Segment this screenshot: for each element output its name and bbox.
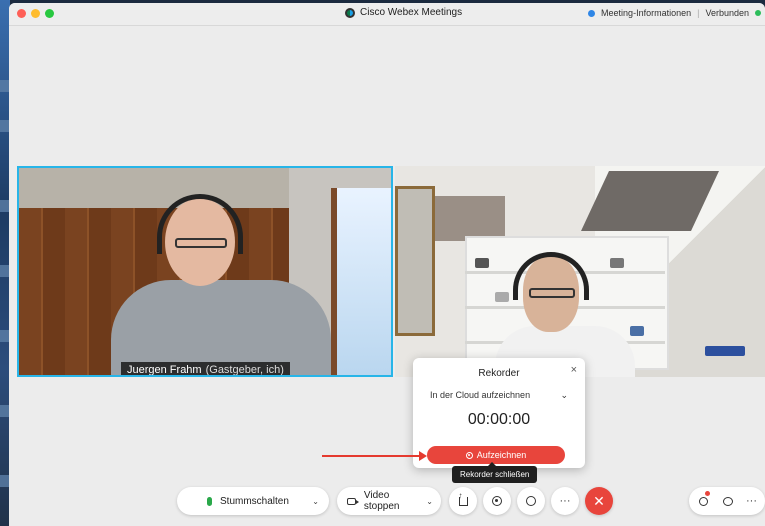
more-options-button[interactable]: ··· — [551, 487, 579, 515]
lego-model — [475, 258, 489, 268]
window-title-text: Cisco Webex Meetings — [360, 7, 463, 18]
title-bar: Cisco Webex Meetings Meeting-Information… — [9, 3, 765, 26]
chat-icon — [722, 496, 733, 506]
chevron-down-icon: ⌄ — [560, 390, 568, 400]
info-icon — [588, 9, 596, 17]
close-recorder-tooltip: Rekorder schließen — [452, 462, 538, 483]
recording-mode-dropdown[interactable]: In der Cloud aufzeichnen ⌄ — [430, 390, 568, 401]
more-icon: ··· — [559, 495, 571, 507]
lego-model — [495, 292, 509, 302]
annotation-arrow-head — [419, 451, 427, 461]
recording-timer: 00:00:00 — [467, 411, 531, 428]
share-icon — [458, 491, 468, 506]
recorder-close-icon[interactable]: × — [571, 364, 577, 376]
close-icon: ✕ — [593, 492, 605, 509]
lego-model — [705, 346, 745, 356]
participant-video-tile[interactable] — [395, 166, 765, 377]
end-meeting-button[interactable]: ✕ — [585, 487, 613, 515]
annotation-arrow-line — [322, 455, 422, 457]
webex-window: Cisco Webex Meetings Meeting-Information… — [9, 3, 765, 526]
zoom-window-button[interactable] — [45, 9, 54, 18]
host-name-label: Juergen Frahm (Gastgeber, ich) — [121, 362, 290, 376]
more-icon: ··· — [746, 495, 757, 507]
title-separator: | — [697, 8, 700, 18]
connection-status-icon — [755, 10, 761, 16]
chat-button[interactable] — [715, 487, 740, 515]
panels-group: ··· — [689, 487, 765, 515]
participants-icon — [699, 496, 708, 506]
title-bar-right: Meeting-Informationen | Verbunden — [588, 8, 761, 18]
record-icon — [465, 451, 473, 459]
recording-mode-value: In der Cloud aufzeichnen — [430, 390, 531, 400]
close-window-button[interactable] — [17, 9, 26, 18]
wall-poster — [435, 196, 505, 241]
video-options-chevron-icon[interactable]: ⌄ — [426, 497, 433, 506]
window-title: Cisco Webex Meetings — [345, 7, 462, 18]
participants-button[interactable] — [691, 487, 716, 515]
recorder-button[interactable] — [483, 487, 511, 515]
room-window — [331, 188, 391, 375]
participant-glasses — [529, 288, 575, 298]
emoji-icon — [526, 496, 536, 506]
meeting-info-link[interactable]: Meeting-Informationen — [601, 8, 691, 18]
webex-logo-icon — [345, 7, 355, 18]
host-name: Juergen Frahm — [127, 364, 202, 376]
reactions-button[interactable] — [517, 487, 545, 515]
microphone-icon — [207, 496, 212, 506]
recorder-title: Rekorder — [478, 368, 520, 379]
lego-model — [630, 326, 644, 336]
record-button[interactable]: Aufzeichnen — [427, 446, 565, 464]
room-door — [395, 186, 435, 336]
share-button[interactable] — [449, 487, 477, 515]
record-button-label: Aufzeichnen — [476, 450, 527, 460]
notification-badge — [705, 491, 710, 496]
stop-video-button[interactable]: Video stoppen ⌄ — [337, 487, 441, 515]
camera-icon — [347, 497, 359, 505]
connection-status: Verbunden — [705, 8, 749, 18]
stop-video-label: Video stoppen — [363, 490, 400, 512]
host-video-tile[interactable]: Juergen Frahm (Gastgeber, ich) — [17, 166, 393, 377]
mute-button[interactable]: Stummschalten ⌄ — [177, 487, 329, 515]
panel-more-button[interactable]: ··· — [739, 487, 764, 515]
lego-model — [610, 258, 624, 268]
minimize-window-button[interactable] — [31, 9, 40, 18]
mute-label: Stummschalten — [220, 495, 289, 507]
mute-options-chevron-icon[interactable]: ⌄ — [312, 497, 319, 506]
host-role: (Gastgeber, ich) — [205, 364, 284, 376]
record-icon — [492, 496, 502, 506]
recorder-panel: Rekorder × In der Cloud aufzeichnen ⌄ 00… — [413, 358, 585, 468]
host-glasses — [175, 238, 227, 248]
